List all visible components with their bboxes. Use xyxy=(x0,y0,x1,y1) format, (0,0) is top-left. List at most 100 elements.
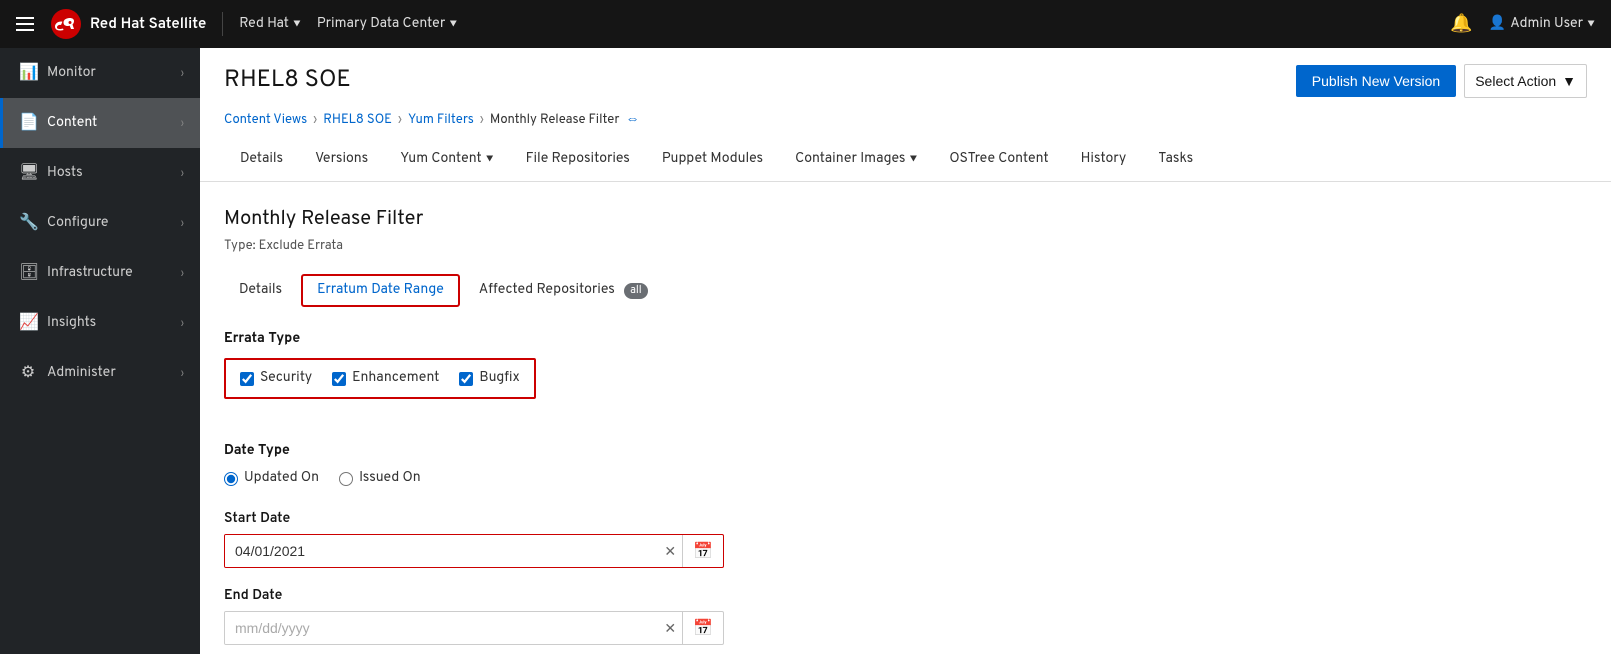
filter-title: Monthly Release Filter xyxy=(224,206,1587,232)
end-date-input-wrapper: ✕ 📅 xyxy=(224,611,724,645)
breadcrumb-yum-filters[interactable]: Yum Filters xyxy=(408,112,474,128)
date-type-section: Date Type Updated On Issued On xyxy=(224,443,1587,487)
page-title: RHEL8 SOE xyxy=(224,66,351,96)
top-nav: Red Hat Satellite Red Hat ▼ Primary Data… xyxy=(0,0,1611,48)
sidebar-item-administer[interactable]: ⚙ Administer › xyxy=(0,348,200,398)
page-header: RHEL8 SOE Publish New Version Select Act… xyxy=(200,48,1611,182)
content-icon: 📄 xyxy=(19,112,37,134)
start-date-label: Start Date xyxy=(224,511,1587,528)
checkbox-security-input[interactable] xyxy=(240,372,254,386)
start-date-calendar-button[interactable]: 📅 xyxy=(682,535,723,567)
content-area: RHEL8 SOE Publish New Version Select Act… xyxy=(200,48,1611,654)
checkbox-bugfix[interactable]: Bugfix xyxy=(459,370,519,387)
tab-versions[interactable]: Versions xyxy=(299,141,384,181)
hosts-icon: 🖥 xyxy=(19,162,37,184)
errata-type-section: Errata Type Security Enhancement xyxy=(224,331,1587,423)
breadcrumb-sep: › xyxy=(398,112,402,128)
start-date-input-wrapper: ✕ 📅 xyxy=(224,534,724,568)
logo-text: Red Hat Satellite xyxy=(90,15,206,34)
hamburger-menu[interactable] xyxy=(16,17,34,31)
checkbox-bugfix-input[interactable] xyxy=(459,372,473,386)
start-date-section: Start Date ✕ 📅 xyxy=(224,511,1587,568)
sidebar-item-infrastructure[interactable]: 🗄 Infrastructure › xyxy=(0,248,200,298)
monitor-icon: 📊 xyxy=(19,62,37,84)
chevron-down-icon: ▼ xyxy=(486,153,494,166)
infrastructure-icon: 🗄 xyxy=(19,262,37,284)
logo: Red Hat Satellite xyxy=(50,8,206,40)
tab-details[interactable]: Details xyxy=(224,141,299,181)
checkbox-enhancement[interactable]: Enhancement xyxy=(332,370,439,387)
link-icon[interactable]: ⇔ xyxy=(625,110,639,129)
end-date-section: End Date ✕ 📅 xyxy=(224,588,1587,645)
sub-tab-affected-repositories[interactable]: Affected Repositories all xyxy=(464,275,663,306)
chevron-right-icon: › xyxy=(181,67,184,80)
user-menu[interactable]: 👤 Admin User ▼ xyxy=(1489,15,1595,33)
chevron-down-icon: ▼ xyxy=(1587,18,1595,31)
chevron-down-icon: ▼ xyxy=(449,18,457,31)
date-type-radio-group: Updated On Issued On xyxy=(224,470,1587,487)
date-type-label: Date Type xyxy=(224,443,1587,460)
tab-tasks[interactable]: Tasks xyxy=(1142,141,1209,181)
sidebar-item-configure[interactable]: 🔧 Configure › xyxy=(0,198,200,248)
nav-redhat[interactable]: Red Hat ▼ xyxy=(239,16,301,33)
chevron-right-icon: › xyxy=(181,267,184,280)
chevron-right-icon: › xyxy=(181,167,184,180)
tab-file-repositories[interactable]: File Repositories xyxy=(510,141,646,181)
chevron-down-icon: ▼ xyxy=(909,153,917,166)
sidebar-item-hosts[interactable]: 🖥 Hosts › xyxy=(0,148,200,198)
breadcrumb-sep: › xyxy=(313,112,317,128)
main-layout: 📊 Monitor › 📄 Content › 🖥 Hosts › 🔧 Conf… xyxy=(0,48,1611,654)
end-date-calendar-button[interactable]: 📅 xyxy=(682,612,723,644)
sub-tab-bar: Details Erratum Date Range Affected Repo… xyxy=(224,274,1587,307)
end-date-clear-button[interactable]: ✕ xyxy=(658,614,682,643)
tab-bar: Details Versions Yum Content ▼ File Repo… xyxy=(224,141,1587,181)
chevron-right-icon: › xyxy=(181,117,184,130)
sidebar-item-insights[interactable]: 📈 Insights › xyxy=(0,298,200,348)
tab-yum-content[interactable]: Yum Content ▼ xyxy=(384,141,509,181)
sub-tab-erratum-date-range[interactable]: Erratum Date Range xyxy=(301,274,460,307)
radio-updated-on-input[interactable] xyxy=(224,472,238,486)
breadcrumb-sep: › xyxy=(480,112,484,128)
tab-container-images[interactable]: Container Images ▼ xyxy=(779,141,933,181)
radio-issued-on[interactable]: Issued On xyxy=(339,470,421,487)
chevron-down-icon: ▼ xyxy=(1562,73,1576,89)
notification-bell-icon[interactable]: 🔔 xyxy=(1450,13,1472,36)
nav-divider xyxy=(222,12,223,36)
checkbox-security[interactable]: Security xyxy=(240,370,312,387)
chevron-right-icon: › xyxy=(181,317,184,330)
start-date-input[interactable] xyxy=(225,535,658,567)
end-date-label: End Date xyxy=(224,588,1587,605)
breadcrumb-content-views[interactable]: Content Views xyxy=(224,112,307,128)
radio-updated-on[interactable]: Updated On xyxy=(224,470,319,487)
nav-datacenter[interactable]: Primary Data Center ▼ xyxy=(317,16,457,33)
page-content: Monthly Release Filter Type: Exclude Err… xyxy=(200,182,1611,654)
breadcrumb-current: Monthly Release Filter xyxy=(490,112,620,128)
sidebar: 📊 Monitor › 📄 Content › 🖥 Hosts › 🔧 Conf… xyxy=(0,48,200,654)
tab-puppet-modules[interactable]: Puppet Modules xyxy=(646,141,779,181)
page-header-actions: Publish New Version Select Action ▼ xyxy=(1296,64,1587,98)
insights-icon: 📈 xyxy=(19,312,37,334)
radio-issued-on-input[interactable] xyxy=(339,472,353,486)
affected-repo-badge: all xyxy=(624,283,648,299)
breadcrumb-rhel8-soe[interactable]: RHEL8 SOE xyxy=(323,112,392,128)
sidebar-item-content[interactable]: 📄 Content › xyxy=(0,98,200,148)
redhat-logo-icon xyxy=(50,8,82,40)
errata-type-label: Errata Type xyxy=(224,331,1587,348)
sub-tab-details[interactable]: Details xyxy=(224,275,297,306)
select-action-button[interactable]: Select Action ▼ xyxy=(1464,64,1587,98)
user-icon: 👤 xyxy=(1489,15,1506,33)
publish-new-version-button[interactable]: Publish New Version xyxy=(1296,65,1456,97)
end-date-input[interactable] xyxy=(225,612,658,644)
chevron-right-icon: › xyxy=(181,217,184,230)
errata-type-checkboxes-container: Security Enhancement Bugfix xyxy=(224,358,536,399)
sidebar-item-monitor[interactable]: 📊 Monitor › xyxy=(0,48,200,98)
start-date-clear-button[interactable]: ✕ xyxy=(658,537,682,566)
tab-ostree-content[interactable]: OSTree Content xyxy=(933,141,1064,181)
checkbox-enhancement-input[interactable] xyxy=(332,372,346,386)
administer-icon: ⚙ xyxy=(19,362,37,384)
tab-history[interactable]: History xyxy=(1065,141,1143,181)
chevron-down-icon: ▼ xyxy=(293,18,301,31)
top-nav-right: 🔔 👤 Admin User ▼ xyxy=(1450,13,1595,36)
breadcrumb: Content Views › RHEL8 SOE › Yum Filters … xyxy=(224,110,1587,129)
chevron-right-icon: › xyxy=(181,367,184,380)
